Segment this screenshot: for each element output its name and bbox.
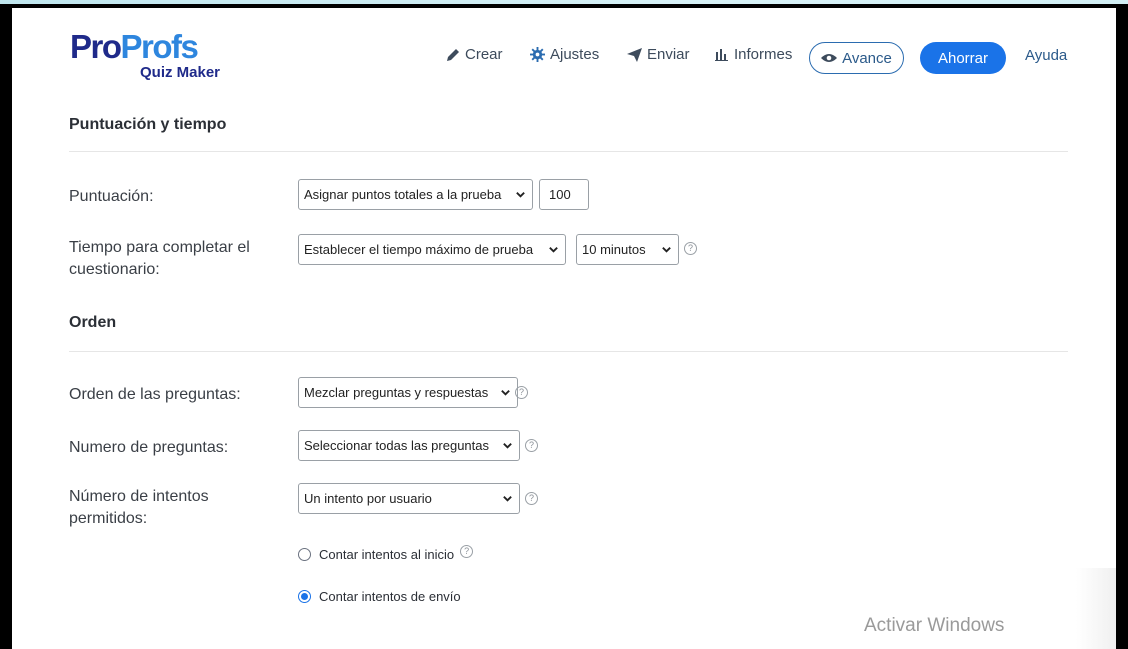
send-icon: [627, 47, 642, 62]
ahorrar-button[interactable]: Ahorrar: [920, 42, 1006, 74]
nav-crear-label: Crear: [465, 46, 503, 63]
nav-informes[interactable]: Informes: [715, 46, 792, 63]
radio-count-at-submit-label: Contar intentos de envío: [319, 589, 461, 604]
time-limit-select[interactable]: 10 minutos: [576, 234, 679, 265]
attempts-select[interactable]: Un intento por usuario: [298, 483, 520, 514]
question-count-label: Numero de preguntas:: [69, 439, 229, 456]
radio-count-at-start[interactable]: Contar intentos al inicio ?: [298, 545, 475, 562]
gear-icon: [530, 47, 545, 62]
avance-button[interactable]: Avance: [809, 42, 904, 74]
eye-icon: [821, 54, 838, 62]
attempts-label: Número de intentos permitidos:: [69, 488, 209, 527]
windows-activation-watermark: Activar Windows: [864, 615, 1005, 636]
section-title-scoring: Puntuación y tiempo: [69, 116, 227, 133]
help-icon[interactable]: ?: [460, 545, 474, 558]
question-count-select[interactable]: Seleccionar todas las preguntas: [298, 430, 520, 461]
help-icon[interactable]: ?: [525, 492, 538, 505]
score-label: Puntuación:: [69, 188, 154, 205]
radio-count-at-start-label: Contar intentos al inicio: [319, 547, 455, 562]
help-icon[interactable]: ?: [515, 386, 528, 399]
time-label: Tiempo para completar el cuestionario:: [69, 239, 250, 278]
chevron-down-icon: [503, 443, 512, 449]
help-icon[interactable]: ?: [684, 242, 697, 255]
chevron-down-icon: [503, 496, 512, 502]
time-limit-value: 10 minutos: [582, 242, 646, 257]
nav-crear[interactable]: Crear: [446, 46, 503, 63]
bar-chart-icon: [715, 49, 728, 61]
nav-enviar-label: Enviar: [647, 46, 690, 63]
chevron-down-icon: [516, 192, 525, 198]
nav-ajustes[interactable]: Ajustes: [530, 46, 599, 63]
nav-ajustes-label: Ajustes: [550, 46, 600, 63]
ayuda-link[interactable]: Ayuda: [1025, 47, 1067, 64]
question-order-label: Orden de las preguntas:: [69, 386, 241, 403]
question-count-value: Seleccionar todas las preguntas: [304, 438, 490, 453]
divider: [69, 351, 1068, 352]
question-order-select[interactable]: Mezclar preguntas y respuestas: [298, 377, 518, 408]
radio-button[interactable]: [298, 548, 311, 561]
radio-count-at-submit[interactable]: Contar intentos de envío: [298, 589, 461, 604]
nav-informes-label: Informes: [734, 46, 793, 63]
time-mode-value: Establecer el tiempo máximo de prueba: [304, 242, 534, 257]
radio-button-selected[interactable]: [298, 590, 311, 603]
score-points-input[interactable]: 100: [539, 179, 589, 210]
chevron-down-icon: [549, 247, 558, 253]
nav-enviar[interactable]: Enviar: [627, 46, 690, 63]
time-mode-select[interactable]: Establecer el tiempo máximo de prueba: [298, 234, 566, 265]
avance-label: Avance: [842, 49, 892, 67]
chevron-down-icon: [501, 390, 510, 396]
score-mode-select[interactable]: Asignar puntos totales a la prueba: [298, 179, 533, 210]
help-icon[interactable]: ?: [525, 439, 538, 452]
edge-shadow: [1076, 568, 1116, 649]
attempts-value: Un intento por usuario: [304, 491, 432, 506]
settings-page: ProProfs Quiz Maker Crear Ajustes Enviar…: [12, 8, 1116, 649]
pencil-icon: [447, 48, 459, 61]
top-header: ProProfs Quiz Maker Crear Ajustes Enviar…: [12, 8, 1116, 88]
chevron-down-icon: [662, 247, 671, 253]
divider: [69, 151, 1068, 152]
top-nav: Crear Ajustes Enviar Informes Avance Aho…: [12, 42, 1116, 76]
section-title-order: Orden: [69, 314, 117, 331]
score-mode-value: Asignar puntos totales a la prueba: [304, 187, 502, 202]
question-order-value: Mezclar preguntas y respuestas: [304, 385, 489, 400]
